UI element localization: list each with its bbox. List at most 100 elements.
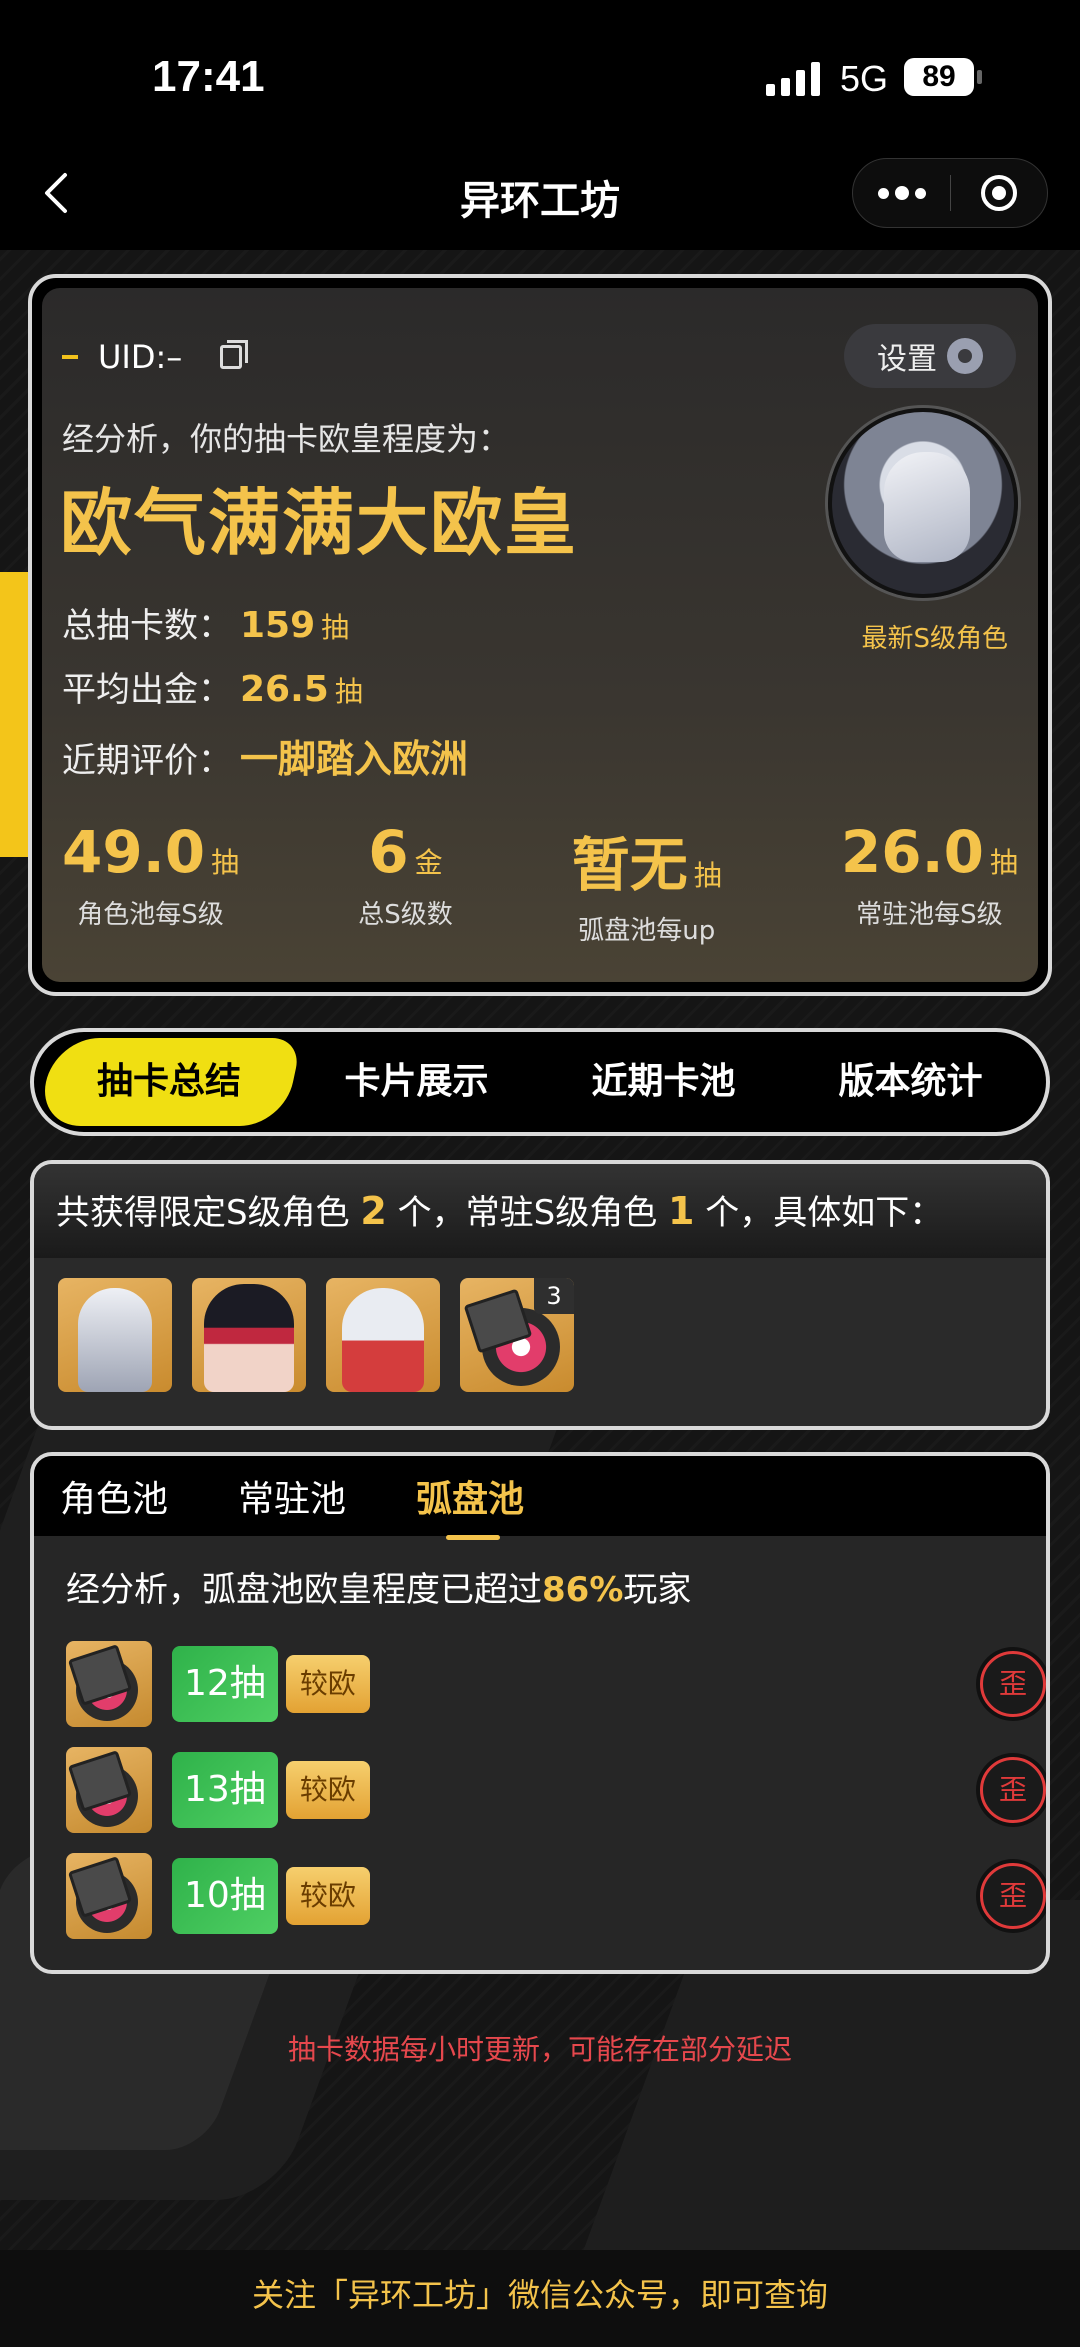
- summary-stats: 49.0 抽 角色池每S级 6金 总S级数 暂无抽 弧盘池每up 26.0 抽 常驻…: [42, 818, 1038, 947]
- stat-unit: 抽: [989, 846, 1018, 879]
- disc-item[interactable]: 3: [460, 1278, 574, 1392]
- off-banner-icon: 歪: [980, 1757, 1046, 1823]
- pool-tabs: 角色池 常驻池 弧盘池: [34, 1456, 1046, 1540]
- stat-total-s: 6金 总S级数: [358, 818, 453, 947]
- total-pulls-value: 159: [240, 605, 316, 646]
- obtained-summary: 共获得限定S级角色 2 个，常驻S级角色 1 个，具体如下：: [34, 1164, 1046, 1258]
- obtained-text: 共获得限定S级角色: [56, 1193, 361, 1233]
- nav-bar: 异环工坊: [0, 140, 1080, 250]
- stat-value: 暂无: [571, 831, 688, 899]
- dot-icon: [877, 187, 889, 199]
- character-list: 3: [34, 1258, 1046, 1392]
- pull-count-badge: 10抽: [172, 1858, 278, 1934]
- tab-standard-pool[interactable]: 常驻池: [238, 1470, 346, 1522]
- dot-icon: [894, 186, 909, 200]
- tab-label: 版本统计: [838, 1061, 983, 1102]
- stat-character-pool: 49.0 抽 角色池每S级: [62, 818, 239, 947]
- disc-icon: [66, 1747, 152, 1833]
- eval-value: 一脚踏入欧洲: [240, 737, 469, 781]
- stat-value: 26.0: [840, 818, 984, 886]
- avg-label: 平均出金：: [62, 670, 232, 710]
- tab-summary[interactable]: 抽卡总结: [36, 1038, 303, 1126]
- unit-label: 抽: [321, 611, 350, 644]
- pool-summary-text: 经分析，弧盘池欧皇程度已超过: [66, 1570, 542, 1610]
- stat-label: 弧盘池每up: [578, 916, 716, 946]
- pull-record-row: 10抽 较欧 歪: [66, 1853, 1046, 1939]
- decorative-yellow-bar: [0, 572, 28, 857]
- target-icon: [980, 175, 1017, 211]
- stat-unit: 抽: [211, 846, 240, 879]
- eval-label: 近期评价：: [62, 741, 232, 781]
- limited-count: 2: [360, 1189, 387, 1233]
- tab-label: 近期卡池: [591, 1061, 736, 1102]
- tab-version-stats[interactable]: 版本统计: [787, 1038, 1034, 1126]
- stat-value: 6: [368, 818, 409, 886]
- pool-summary-text: 玩家: [623, 1570, 692, 1610]
- settings-label: 设置: [877, 342, 937, 377]
- off-banner-icon: 歪: [980, 1863, 1046, 1929]
- profile-card: UID:– 设置 经分析，你的抽卡欧皇程度为： 欧气满满大欧皇 总抽卡数： 15…: [28, 274, 1052, 996]
- item-count: 3: [534, 1278, 574, 1314]
- dash-marker: [62, 355, 78, 359]
- uid-row: UID:–: [62, 338, 249, 376]
- gear-icon: [947, 338, 983, 374]
- copy-icon[interactable]: [220, 340, 249, 369]
- stat-label: 角色池每S级: [77, 900, 224, 930]
- update-note: 抽卡数据每小时更新，可能存在部分延迟: [287, 2033, 792, 2066]
- luck-tag: 较欧: [285, 1867, 370, 1925]
- obtained-text: 个，常驻S级角色: [386, 1193, 669, 1233]
- pull-record-row: 13抽 较欧 歪: [66, 1747, 1046, 1833]
- unit-label: 抽: [334, 675, 363, 708]
- rank-title: 欧气满满大欧皇: [60, 481, 579, 565]
- analysis-text: 经分析，你的抽卡欧皇程度为：: [62, 420, 511, 458]
- character-avatar[interactable]: [58, 1278, 172, 1392]
- avg-value: 26.5: [240, 669, 329, 710]
- stat-label: 总S级数: [358, 900, 453, 930]
- tab-label: 抽卡总结: [97, 1061, 242, 1102]
- footer-banner[interactable]: 关注「异环工坊」微信公众号，即可查询: [0, 2250, 1080, 2347]
- more-button[interactable]: [853, 158, 950, 228]
- luck-tag: 较欧: [285, 1761, 370, 1819]
- stat-unit: 抽: [693, 859, 722, 892]
- network-type: 5G: [840, 58, 889, 99]
- stat-value: 49.0: [62, 818, 206, 886]
- latest-s-character-avatar[interactable]: [828, 408, 1018, 598]
- mini-program-capsule: [852, 158, 1048, 228]
- pull-record-row: 12抽 较欧 歪: [66, 1641, 1046, 1727]
- obtained-section: 共获得限定S级角色 2 个，常驻S级角色 1 个，具体如下： 3: [30, 1160, 1050, 1430]
- stat-standard-pool: 26.0 抽 常驻池每S级: [841, 818, 1018, 947]
- obtained-text: 个，具体如下：: [694, 1193, 944, 1233]
- pool-summary: 经分析，弧盘池欧皇程度已超过86%玩家: [34, 1536, 1046, 1611]
- pull-count-badge: 13抽: [172, 1752, 278, 1828]
- tab-character-pool[interactable]: 角色池: [60, 1470, 168, 1522]
- pull-count-badge: 12抽: [172, 1646, 278, 1722]
- off-banner-icon: 歪: [980, 1651, 1046, 1717]
- disc-icon: [66, 1853, 152, 1939]
- stat-unit: 金: [414, 846, 443, 879]
- pool-section: 角色池 常驻池 弧盘池 经分析，弧盘池欧皇程度已超过86%玩家 12抽 较欧 歪…: [30, 1452, 1050, 1974]
- battery-icon: 89: [904, 58, 982, 96]
- character-avatar[interactable]: [192, 1278, 306, 1392]
- uid-text: UID:–: [98, 338, 183, 376]
- latest-s-character-label: 最新S级角色: [861, 624, 1008, 654]
- standard-count: 1: [668, 1189, 695, 1233]
- stat-disc-pool: 暂无抽 弧盘池每up: [572, 818, 722, 947]
- tab-label: 卡片展示: [344, 1061, 489, 1102]
- settings-button[interactable]: 设置: [844, 324, 1016, 388]
- dot-icon: [914, 187, 926, 199]
- tab-recent-pools[interactable]: 近期卡池: [540, 1038, 787, 1126]
- profile-card-body: UID:– 设置 经分析，你的抽卡欧皇程度为： 欧气满满大欧皇 总抽卡数： 15…: [42, 288, 1038, 982]
- signal-icon: [766, 60, 820, 96]
- status-bar: 17:41 5G 89: [0, 0, 1080, 140]
- pool-percentile: 86%: [542, 1570, 624, 1610]
- status-time: 17:41: [152, 52, 265, 101]
- disc-icon: [66, 1641, 152, 1727]
- eval-line: 近期评价： 一脚踏入欧洲: [62, 728, 468, 783]
- tab-card-display[interactable]: 卡片展示: [293, 1038, 540, 1126]
- avg-pulls-line: 平均出金： 26.5 抽: [62, 662, 363, 711]
- tab-disc-pool[interactable]: 弧盘池: [416, 1470, 524, 1540]
- main-tab-bar: 抽卡总结 卡片展示 近期卡池 版本统计: [30, 1028, 1050, 1136]
- close-miniprogram-button[interactable]: [951, 158, 1047, 228]
- luck-tag: 较欧: [285, 1655, 370, 1713]
- character-avatar[interactable]: [326, 1278, 440, 1392]
